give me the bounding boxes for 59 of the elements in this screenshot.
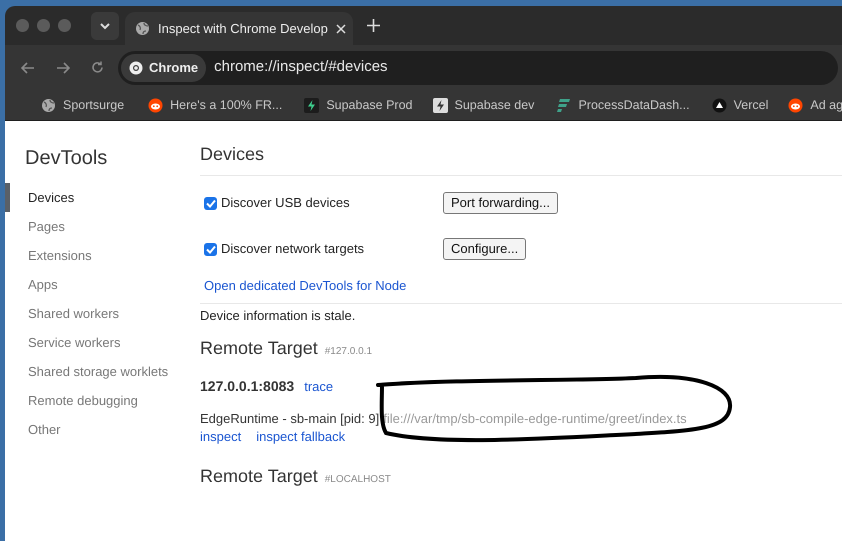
minimize-window-button[interactable] bbox=[37, 19, 50, 32]
bookmark-link[interactable]: Here's a 100% FR... bbox=[170, 96, 282, 114]
action-button[interactable]: Configure... bbox=[443, 238, 526, 260]
back-icon[interactable] bbox=[21, 62, 35, 74]
target-id: #127.0.0.1 bbox=[324, 345, 372, 359]
maximize-window-button[interactable] bbox=[58, 19, 71, 32]
address-bar[interactable]: Chrome chrome://inspect/#devices bbox=[118, 50, 838, 84]
inspect-link[interactable]: inspect fallback bbox=[256, 428, 346, 444]
sidebar-item[interactable]: Shared workers bbox=[28, 304, 120, 324]
bookmark-link[interactable]: Supabase dev bbox=[454, 96, 534, 114]
sidebar-title: DevTools bbox=[25, 146, 108, 171]
bookmark-link[interactable]: ProcessDataDash... bbox=[578, 96, 690, 114]
forward-icon[interactable] bbox=[56, 62, 70, 74]
status-text: Device information is stale. bbox=[200, 306, 356, 324]
new-tab-icon[interactable] bbox=[367, 19, 380, 32]
sidebar-item[interactable]: Remote debugging bbox=[28, 390, 138, 410]
close-tab-icon[interactable] bbox=[336, 24, 346, 34]
inspect-link[interactable]: inspect bbox=[200, 428, 242, 444]
sidebar-item[interactable]: Service workers bbox=[28, 332, 120, 352]
sidebar-item[interactable]: Extensions bbox=[28, 246, 92, 266]
trace-link[interactable]: trace bbox=[304, 377, 334, 396]
lightning-icon bbox=[304, 98, 320, 112]
sidebar-item[interactable]: Other bbox=[28, 420, 61, 440]
sidebar-item[interactable]: Pages bbox=[28, 216, 65, 236]
tab-search-button[interactable] bbox=[91, 12, 119, 40]
checkbox[interactable] bbox=[204, 242, 217, 256]
globe-icon bbox=[135, 21, 150, 36]
bookmark-link[interactable]: Ad ag bbox=[810, 96, 842, 114]
node-devtools-link[interactable]: Open dedicated DevTools for Node bbox=[204, 276, 406, 296]
lightning-icon bbox=[432, 98, 448, 112]
target-id: #LOCALHOST bbox=[324, 472, 391, 486]
globe-icon bbox=[41, 98, 56, 112]
close-window-button[interactable] bbox=[16, 19, 29, 32]
tab-title: Inspect with Chrome Develop bbox=[158, 20, 328, 38]
alien-head-icon bbox=[788, 98, 804, 112]
address-text: chrome://inspect/#devices bbox=[214, 57, 388, 78]
checkbox-label: Discover USB devices bbox=[221, 194, 351, 212]
browser-tab[interactable]: Inspect with Chrome Develop bbox=[125, 12, 353, 45]
checkbox[interactable] bbox=[204, 196, 217, 210]
sidebar-item[interactable]: Shared storage worklets bbox=[28, 362, 168, 382]
site-chip[interactable]: Chrome bbox=[121, 54, 206, 82]
section-title: Remote Target bbox=[200, 337, 318, 360]
action-button[interactable]: Port forwarding... bbox=[443, 192, 558, 214]
stripes-icon bbox=[556, 98, 572, 112]
page-title: Devices bbox=[200, 143, 266, 165]
chevron-down-icon bbox=[99, 22, 111, 30]
section-title: Remote Target bbox=[200, 464, 318, 488]
checkbox-label: Discover network targets bbox=[221, 240, 366, 258]
sidebar-item[interactable]: Devices bbox=[28, 188, 74, 208]
bookmark-link[interactable]: Vercel bbox=[734, 96, 768, 114]
process-name: EdgeRuntime - sb-main [pid: 9] bbox=[200, 410, 380, 428]
bookmark-link[interactable]: Sportsurge bbox=[63, 96, 124, 114]
selection-indicator bbox=[5, 183, 10, 212]
device-address: 127.0.0.1:8083 bbox=[200, 377, 294, 396]
reload-icon[interactable] bbox=[91, 61, 104, 74]
alien-head-icon bbox=[148, 98, 164, 112]
sidebar-item[interactable]: Apps bbox=[28, 274, 58, 294]
bookmark-link[interactable]: Supabase Prod bbox=[326, 96, 412, 114]
chrome-logo bbox=[129, 60, 143, 74]
